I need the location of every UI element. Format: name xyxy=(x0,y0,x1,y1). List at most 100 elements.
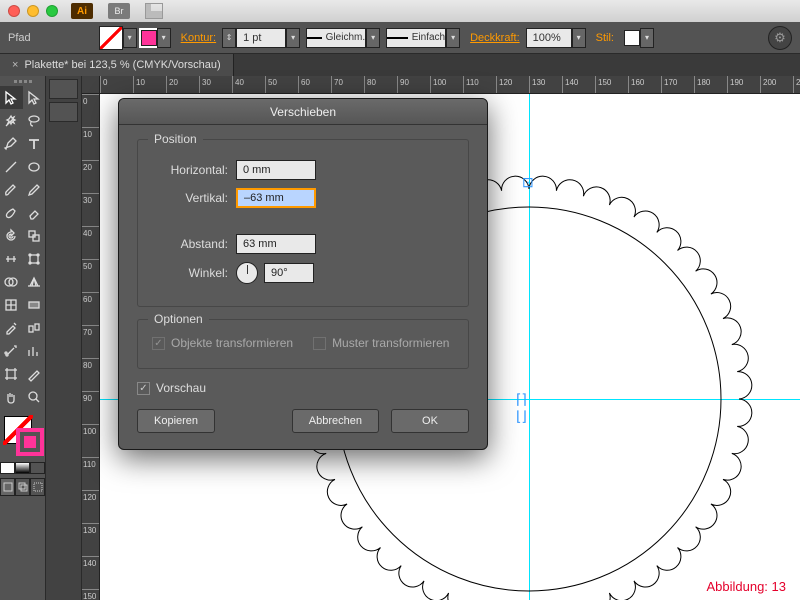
workspace-layout-icon[interactable] xyxy=(145,3,163,19)
selection-type-label: Pfad xyxy=(8,32,31,44)
position-legend: Position xyxy=(148,132,203,146)
angle-input[interactable]: 90° xyxy=(264,263,314,283)
stroke-profile-dropdown[interactable]: ▾ xyxy=(446,28,460,48)
color-mode-solid[interactable] xyxy=(0,462,15,474)
angle-label: Winkel: xyxy=(152,266,228,280)
ellipse-tool[interactable] xyxy=(23,155,46,178)
stroke-weight-field[interactable]: 1 pt xyxy=(236,28,286,48)
collapsed-panel-strip xyxy=(46,76,82,600)
document-tab-title: Plakette* bei 123,5 % (CMYK/Vorschau) xyxy=(24,59,220,71)
shape-builder-tool[interactable] xyxy=(0,270,23,293)
draw-mode-inside[interactable] xyxy=(30,478,45,496)
stroke-cap-preview[interactable]: Gleichm. xyxy=(306,28,366,48)
move-dialog: Verschieben Position Horizontal: 0 mm Ve… xyxy=(118,98,488,450)
transform-objects-label: Objekte transformieren xyxy=(171,336,293,350)
style-label: Stil: xyxy=(596,32,614,44)
bridge-icon[interactable]: Br xyxy=(108,3,130,19)
width-tool[interactable] xyxy=(0,247,23,270)
transform-patterns-checkbox[interactable] xyxy=(313,337,326,350)
transform-patterns-label: Muster transformieren xyxy=(332,336,449,350)
tools-panel xyxy=(0,76,46,600)
symbol-sprayer-tool[interactable] xyxy=(0,339,23,362)
preview-label: Vorschau xyxy=(156,381,206,395)
paintbrush-tool[interactable] xyxy=(0,178,23,201)
perspective-grid-tool[interactable] xyxy=(23,270,46,293)
lasso-tool[interactable] xyxy=(23,109,46,132)
preview-checkbox[interactable] xyxy=(137,382,150,395)
stroke-profile-preview[interactable]: Einfach xyxy=(386,28,446,48)
angle-dial[interactable] xyxy=(236,262,258,284)
column-graph-tool[interactable] xyxy=(23,339,46,362)
draw-mode-normal[interactable] xyxy=(0,478,15,496)
stroke-indicator[interactable] xyxy=(16,428,44,456)
collapsed-panel-1[interactable] xyxy=(49,79,78,99)
stroke-weight-stepper[interactable]: ⇕ xyxy=(222,28,236,48)
app-icon: Ai xyxy=(71,3,93,19)
blend-tool[interactable] xyxy=(23,316,46,339)
window-titlebar: Ai Br xyxy=(0,0,800,22)
stroke-label[interactable]: Kontur: xyxy=(181,32,216,44)
horizontal-label: Horizontal: xyxy=(152,163,228,177)
figure-caption: Abbildung: 13 xyxy=(706,579,786,594)
document-tab[interactable]: × Plakette* bei 123,5 % (CMYK/Vorschau) xyxy=(0,54,234,76)
hand-tool[interactable] xyxy=(0,385,23,408)
options-legend: Optionen xyxy=(148,312,209,326)
pen-tool[interactable] xyxy=(0,132,23,155)
close-tab-icon[interactable]: × xyxy=(12,59,18,71)
selection-tool[interactable] xyxy=(0,86,23,109)
stroke-weight-dropdown[interactable]: ▾ xyxy=(286,28,300,48)
ok-button[interactable]: OK xyxy=(391,409,469,433)
minimize-window-button[interactable] xyxy=(27,5,39,17)
stroke-dropdown[interactable]: ▾ xyxy=(157,28,171,48)
stroke-cap-dropdown[interactable]: ▾ xyxy=(366,28,380,48)
mesh-tool[interactable] xyxy=(0,293,23,316)
color-mode-row xyxy=(0,462,45,474)
transform-objects-checkbox[interactable] xyxy=(152,337,165,350)
collapsed-panel-2[interactable] xyxy=(49,102,78,122)
draw-mode-behind[interactable] xyxy=(15,478,30,496)
close-window-button[interactable] xyxy=(8,5,20,17)
copy-button[interactable]: Kopieren xyxy=(137,409,215,433)
color-mode-gradient[interactable] xyxy=(15,462,30,474)
type-tool[interactable] xyxy=(23,132,46,155)
fill-stroke-indicator[interactable] xyxy=(0,414,45,460)
rotate-tool[interactable] xyxy=(0,224,23,247)
fill-dropdown[interactable]: ▾ xyxy=(123,28,137,48)
opacity-label[interactable]: Deckkraft: xyxy=(470,32,520,44)
cancel-button[interactable]: Abbrechen xyxy=(292,409,379,433)
blob-brush-tool[interactable] xyxy=(0,201,23,224)
horizontal-ruler[interactable]: 0102030405060708090100110120130140150160… xyxy=(100,76,800,94)
direct-selection-tool[interactable] xyxy=(23,86,46,109)
color-mode-none[interactable] xyxy=(30,462,45,474)
ruler-origin[interactable] xyxy=(82,76,100,94)
graphic-style-swatch[interactable] xyxy=(624,30,640,46)
vertical-label: Vertikal: xyxy=(152,191,228,205)
zoom-window-button[interactable] xyxy=(46,5,58,17)
horizontal-input[interactable]: 0 mm xyxy=(236,160,316,180)
distance-input[interactable]: 63 mm xyxy=(236,234,316,254)
vertical-input[interactable]: –63 mm xyxy=(236,188,316,208)
pencil-tool[interactable] xyxy=(23,178,46,201)
vertical-ruler[interactable]: 0102030405060708090100110120130140150160 xyxy=(82,94,100,600)
settings-gear-icon[interactable]: ⚙ xyxy=(768,26,792,50)
artboard-tool[interactable] xyxy=(0,362,23,385)
slice-tool[interactable] xyxy=(23,362,46,385)
position-fieldset: Position Horizontal: 0 mm Vertikal: –63 … xyxy=(137,139,469,307)
stroke-swatch[interactable] xyxy=(141,30,157,46)
opacity-field[interactable]: 100% xyxy=(526,28,572,48)
dialog-title: Verschieben xyxy=(119,99,487,125)
distance-label: Abstand: xyxy=(152,237,228,251)
free-transform-tool[interactable] xyxy=(23,247,46,270)
line-tool[interactable] xyxy=(0,155,23,178)
eyedropper-tool[interactable] xyxy=(0,316,23,339)
gradient-tool[interactable] xyxy=(23,293,46,316)
options-fieldset: Optionen Objekte transformieren Muster t… xyxy=(137,319,469,369)
document-tab-bar: × Plakette* bei 123,5 % (CMYK/Vorschau) xyxy=(0,54,800,76)
graphic-style-dropdown[interactable]: ▾ xyxy=(640,28,654,48)
magic-wand-tool[interactable] xyxy=(0,109,23,132)
fill-swatch[interactable] xyxy=(99,26,123,50)
opacity-dropdown[interactable]: ▾ xyxy=(572,28,586,48)
zoom-tool[interactable] xyxy=(23,385,46,408)
scale-tool[interactable] xyxy=(23,224,46,247)
eraser-tool[interactable] xyxy=(23,201,46,224)
